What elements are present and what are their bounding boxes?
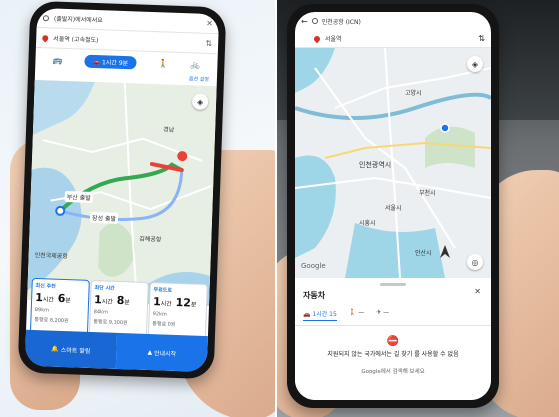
left-map[interactable]: 부산 출발 장성 출발 김해공항 경남 인천국제공항 ◈ ◎: [27, 79, 217, 307]
origin-text: (출발지)에서에서요: [53, 15, 103, 25]
route-card-2-time: 1시간 8분: [94, 293, 144, 308]
tab-flight[interactable]: ✈ —: [376, 309, 389, 321]
map-label-incheon: 인천광역시: [359, 161, 392, 169]
route-card-2-toll: 통행료 9,300원: [93, 319, 128, 327]
route-card-3-hour-unit: 시간: [160, 300, 172, 308]
park: [425, 126, 475, 168]
map-label-siheung: 시흥시: [359, 220, 376, 227]
right-map[interactable]: 인천광역시 고양시 서울시 부천시 시흥시 안산시 Google ◈ ◎: [295, 48, 491, 278]
route-card-1-toll: 통행료 8,200원: [34, 317, 69, 325]
car-mode-chip[interactable]: 🚗 1시간 9분: [84, 54, 137, 69]
route-card-3-toll: 통행료 0원: [152, 321, 176, 328]
destination-text: 서울역: [325, 36, 342, 43]
location-dot: [440, 123, 450, 133]
left-photo: (출발지)에서에서요 ✕ 서울역 (고속철도) ⇅ 🚌 🚗 1시간 9분 🚶 🚲…: [0, 0, 275, 417]
map-label-ansan: 안산시: [415, 250, 432, 257]
right-photo: ← 인천공항 (ICN) 서울역 ⇅ 인천광역시 고양시 서울시 부천시 시흥시…: [277, 0, 559, 417]
route-card-1-min-unit: 분: [65, 297, 71, 305]
route-card-3-time: 1시간 12분: [153, 295, 203, 310]
origin-text: 인천공항 (ICN): [321, 18, 361, 26]
map-label-3: 김해공항: [139, 235, 162, 244]
sheet-search-link[interactable]: Google에서 검색해 보세요: [295, 367, 491, 375]
start-marker[interactable]: [55, 205, 66, 216]
bus-icon[interactable]: 🚌: [52, 55, 62, 64]
back-arrow-icon[interactable]: ←: [301, 17, 308, 26]
start-navigation-button[interactable]: ▲ 안내시작: [115, 332, 208, 373]
right-screen: ← 인천공항 (ICN) 서울역 ⇅ 인천광역시 고양시 서울시 부천시 시흥시…: [295, 12, 491, 400]
origin-dot-icon: [42, 14, 50, 21]
bike-icon[interactable]: 🚲: [190, 60, 200, 69]
route-card-1-distance: 89km: [34, 307, 49, 314]
travel-mode-tabs: 🚗 1시간 15 🚶 — ✈ —: [295, 305, 491, 326]
map-label-2: 장성 출발: [89, 211, 119, 224]
smart-alert-button[interactable]: 🔔 스마트 알림: [24, 329, 118, 369]
smart-alert-label: 스마트 알림: [60, 346, 91, 355]
map-label-1: 부산 출발: [64, 191, 93, 203]
sheet-title: 자동차: [303, 291, 326, 300]
layers-icon[interactable]: ◈: [467, 56, 483, 72]
swap-icon[interactable]: ⇅: [205, 39, 212, 48]
right-map-graphic: [295, 48, 491, 278]
route-card-3-distance: 92km: [152, 311, 167, 318]
tab-drive[interactable]: 🚗 1시간 15: [303, 309, 337, 321]
route-card-2-tag: 최단 시간: [94, 285, 115, 292]
map-label-seoul: 서울시: [385, 205, 402, 212]
route-card-1-tag: 최신 추천: [35, 283, 56, 290]
route-card-2-distance: 84km: [93, 309, 108, 316]
destination-text: 서울역 (고속철도): [53, 35, 99, 45]
tab-flight-label: —: [383, 309, 390, 316]
destination-pin-icon: [312, 34, 322, 43]
map-label-4: 경남: [163, 126, 175, 134]
start-navigation-label: 안내시작: [153, 349, 177, 358]
map-label-5: 인천국제공항: [34, 251, 68, 261]
bottom-sheet: 자동차 ✕ 🚗 1시간 15 🚶 — ✈ — ⛔ 지원되지 않는 국가에서는 길…: [295, 278, 491, 400]
map-label-bucheon: 부천시: [419, 190, 436, 197]
left-screen: (출발지)에서에서요 ✕ 서울역 (고속철도) ⇅ 🚌 🚗 1시간 9분 🚶 🚲…: [24, 7, 220, 373]
destination-pin-icon: [41, 33, 50, 42]
origin-ring-icon: [311, 18, 318, 24]
close-icon[interactable]: ✕: [206, 19, 213, 28]
tab-drive-label: 1시간 15: [312, 311, 337, 318]
route-card-3-min-unit: 분: [190, 301, 197, 309]
sheet-message: 지원되지 않는 국가에서는 길 찾기 를 사용할 수 없음: [327, 351, 459, 358]
tab-walk[interactable]: 🚶 —: [349, 309, 364, 321]
destination-row[interactable]: 서울역 ⇅: [295, 30, 491, 48]
route-card-1-time: 1시간 6분: [35, 291, 85, 306]
route-card-2-min-unit: 분: [124, 299, 130, 307]
route-card-2-hour-unit: 시간: [101, 298, 113, 306]
walk-icon[interactable]: 🚶: [158, 59, 168, 68]
tab-walk-label: —: [358, 309, 365, 316]
close-icon[interactable]: ✕: [474, 287, 481, 296]
bottom-bar: 🔔 스마트 알림 ▲ 안내시작: [24, 329, 208, 373]
route-card-1-hour-unit: 시간: [42, 296, 54, 304]
map-label-goyang: 고양시: [405, 90, 422, 97]
mode-chip-label: 1시간 9분: [101, 58, 129, 67]
restricted-icon: ⛔: [386, 336, 400, 347]
swap-icon[interactable]: ⇅: [478, 34, 485, 43]
google-logo: Google: [301, 262, 326, 270]
route-card-3-tag: 무료도로: [153, 287, 173, 294]
recenter-icon[interactable]: ◎: [467, 254, 483, 270]
route-card-3-minutes: 12: [175, 295, 192, 310]
origin-row[interactable]: ← 인천공항 (ICN): [295, 12, 491, 30]
left-map-graphic: [27, 79, 217, 307]
left-phone: (출발지)에서에서요 ✕ 서울역 (고속철도) ⇅ 🚌 🚗 1시간 9분 🚶 🚲…: [17, 0, 227, 380]
right-phone: ← 인천공항 (ICN) 서울역 ⇅ 인천광역시 고양시 서울시 부천시 시흥시…: [287, 4, 499, 408]
